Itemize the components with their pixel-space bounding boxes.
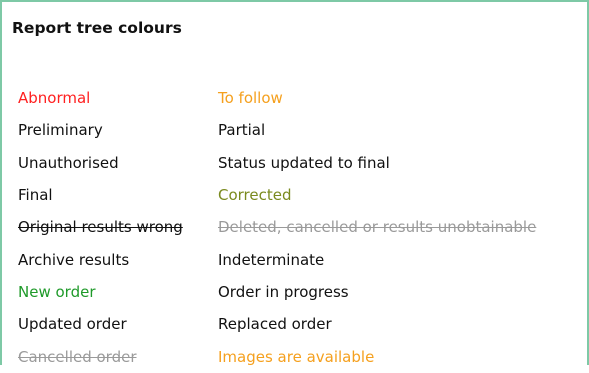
- legend-label-updated-order: Updated order: [18, 315, 127, 334]
- legend-label-partial: Partial: [218, 121, 266, 140]
- panel-title: Report tree colours: [12, 19, 182, 37]
- legend-row: Updated order Replaced order: [18, 308, 588, 340]
- legend-label-original-results-wrong: Original results wrong: [18, 218, 183, 237]
- legend-label-deleted-cancelled-unobtainable: Deleted, cancelled or results unobtainab…: [218, 218, 537, 237]
- legend-row: Original results wrong Deleted, cancelle…: [18, 211, 588, 243]
- legend-row: New order Order in progress: [18, 276, 588, 308]
- report-tree-colours-panel: Report tree colours Abnormal To follow P…: [0, 0, 589, 366]
- legend-row: Final Corrected: [18, 179, 588, 211]
- legend-label-final: Final: [18, 186, 53, 205]
- legend-label-new-order: New order: [18, 282, 96, 301]
- legend-label-images-are-available: Images are available: [218, 347, 375, 366]
- legend-label-archive-results: Archive results: [18, 250, 130, 269]
- colour-legend: Abnormal To follow Preliminary Partial U…: [18, 82, 588, 373]
- legend-label-cancelled-order: Cancelled order: [18, 347, 137, 366]
- legend-row: Archive results Indeterminate: [18, 243, 588, 275]
- legend-label-preliminary: Preliminary: [18, 121, 103, 140]
- legend-label-order-in-progress: Order in progress: [218, 282, 349, 301]
- legend-row: Abnormal To follow: [18, 82, 588, 114]
- legend-label-corrected: Corrected: [218, 186, 292, 205]
- legend-row: Cancelled order Images are available: [18, 340, 588, 372]
- legend-label-replaced-order: Replaced order: [218, 315, 332, 334]
- legend-row: Preliminary Partial: [18, 114, 588, 146]
- legend-row: Unauthorised Status updated to final: [18, 147, 588, 179]
- legend-label-unauthorised: Unauthorised: [18, 153, 119, 172]
- legend-label-abnormal: Abnormal: [18, 89, 91, 108]
- legend-label-status-updated-to-final: Status updated to final: [218, 153, 390, 172]
- legend-label-indeterminate: Indeterminate: [218, 250, 325, 269]
- legend-label-to-follow: To follow: [218, 89, 283, 108]
